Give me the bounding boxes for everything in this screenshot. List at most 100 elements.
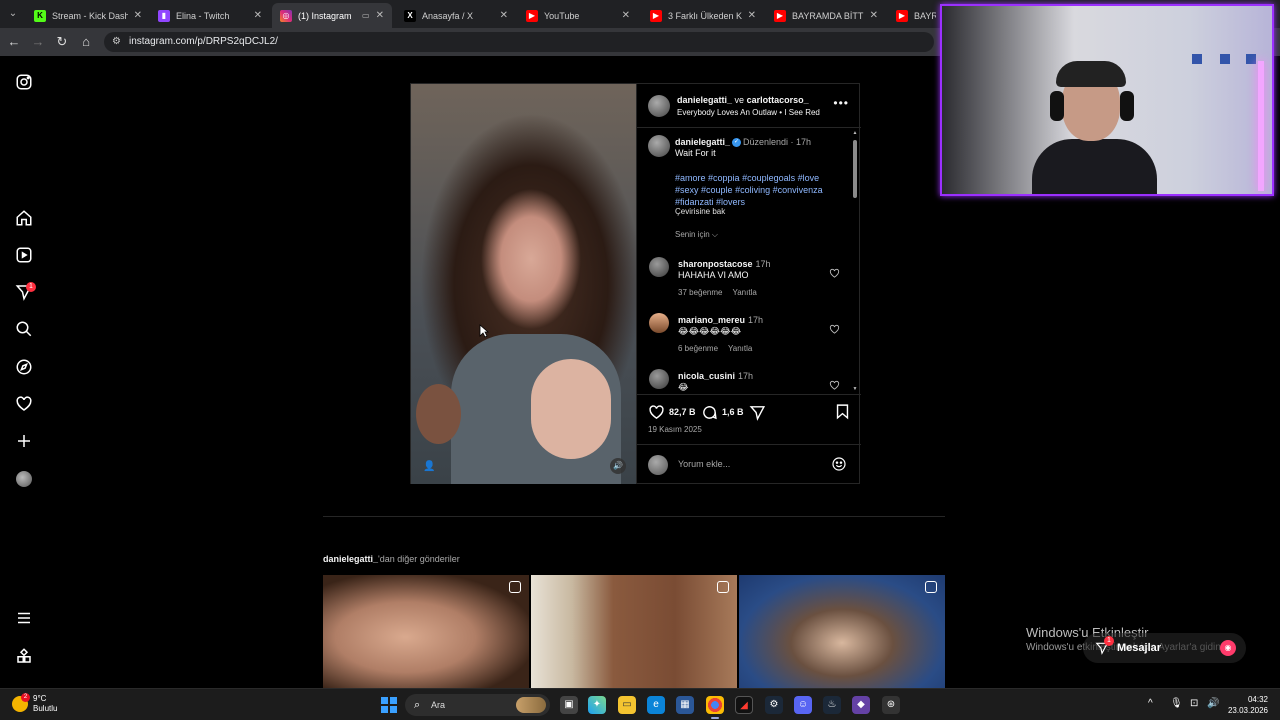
tab-twitch[interactable]: ▮ Elina - Twitch ✕ <box>150 3 270 28</box>
recording-app-icon[interactable]: ◢ <box>735 696 753 714</box>
more-post-thumbnail[interactable] <box>531 575 737 688</box>
close-icon[interactable]: ✕ <box>500 10 508 21</box>
like-comment-icon[interactable] <box>829 380 840 391</box>
commenter-username-text[interactable]: nicola_cusini <box>678 371 735 381</box>
commenter-username-text[interactable]: sharonpostacose <box>678 259 753 269</box>
file-explorer-icon[interactable]: ▭ <box>618 696 636 714</box>
copilot-icon[interactable]: ✦ <box>588 696 606 714</box>
messages-button[interactable]: 1 Mesajlar ◉ <box>1083 633 1246 663</box>
obs-icon[interactable]: ◆ <box>852 696 870 714</box>
audio-track-link[interactable]: Everybody Loves An Outlaw • I See Red <box>677 108 820 117</box>
share-button[interactable] <box>749 403 770 421</box>
commenter-username-text[interactable]: mariano_mereu <box>678 315 745 325</box>
microphone-icon[interactable]: 🎙 <box>1170 698 1183 709</box>
also-from-meta-icon[interactable] <box>14 646 34 666</box>
comment-button[interactable]: 1,6 B <box>701 403 744 421</box>
chrome-icon[interactable] <box>706 696 724 719</box>
hashtag[interactable]: #amore <box>675 173 706 183</box>
instagram-logo-icon[interactable] <box>14 72 34 92</box>
hashtag[interactable]: #coppia <box>708 173 740 183</box>
reply-button[interactable]: Yanıtla <box>728 344 752 353</box>
steam-icon[interactable]: ♨ <box>823 696 841 714</box>
hashtag[interactable]: #couplegoals <box>742 173 795 183</box>
discord-icon[interactable]: ☺ <box>794 696 812 714</box>
emoji-icon[interactable] <box>831 456 847 472</box>
comment-input[interactable]: Yorum ekle... <box>678 459 730 469</box>
tab-x[interactable]: X Anasayfa / X ✕ <box>396 3 516 28</box>
hashtag[interactable]: #love <box>798 173 820 183</box>
search-icon[interactable] <box>14 319 34 339</box>
more-posts-user[interactable]: danielegatti_ <box>323 554 378 564</box>
system-clock[interactable]: 04:32 23.03.2026 <box>1228 694 1268 716</box>
site-info-icon[interactable]: ⚙ <box>112 36 121 47</box>
comment-likes[interactable]: 37 beğenme <box>678 288 722 297</box>
hashtag[interactable]: #fidanzati <box>675 197 714 207</box>
bookmark-icon[interactable] <box>834 403 851 420</box>
post-date[interactable]: 19 Kasım 2025 <box>648 425 702 434</box>
home-icon[interactable] <box>14 208 34 228</box>
scroll-down-icon[interactable]: ▼ <box>852 386 858 392</box>
like-button[interactable]: 82,7 B <box>648 403 696 421</box>
caption-username[interactable]: danielegatti_ ✓ <box>675 137 742 148</box>
commenter-avatar[interactable] <box>649 257 669 277</box>
reels-icon[interactable] <box>14 245 34 265</box>
settings-app-icon[interactable]: ⚙ <box>765 696 783 714</box>
scroll-up-icon[interactable]: ▲ <box>852 130 858 136</box>
media-icon[interactable]: ▭ <box>362 11 370 20</box>
close-icon[interactable]: ✕ <box>622 10 630 21</box>
hashtag[interactable]: #couple <box>701 185 733 195</box>
show-hidden-icons[interactable]: ^ <box>1148 698 1153 709</box>
scrollbar-thumb[interactable] <box>853 140 857 198</box>
network-icon[interactable]: ⊡ <box>1190 698 1198 709</box>
more-options-icon[interactable]: ••• <box>833 96 849 110</box>
volume-icon[interactable]: 🔊 <box>1207 698 1219 709</box>
for-you-toggle[interactable]: Senin için ⌵ <box>675 230 718 240</box>
like-comment-icon[interactable] <box>829 324 840 335</box>
like-comment-icon[interactable] <box>829 268 840 279</box>
forward-icon[interactable]: → <box>30 34 46 50</box>
back-icon[interactable]: ← <box>6 34 22 50</box>
commenter-avatar[interactable] <box>649 313 669 333</box>
hashtag[interactable]: #coliving <box>735 185 770 195</box>
task-view-icon[interactable]: ▣ <box>560 696 578 714</box>
tab-youtube-video-3[interactable]: ▶ BAYRAMDA <box>888 3 944 28</box>
hashtag[interactable]: #sexy <box>675 185 699 195</box>
store-icon[interactable]: ▦ <box>676 696 694 714</box>
address-bar[interactable]: ⚙ instagram.com/p/DRPS2qDCJL2/ <box>104 32 934 52</box>
author-link[interactable]: danielegatti_ <box>677 95 732 105</box>
edge-icon[interactable]: e <box>647 696 665 714</box>
hashtag[interactable]: #convivenza <box>773 185 823 195</box>
see-translation-link[interactable]: Çevirisine bak <box>675 207 725 216</box>
close-icon[interactable]: ✕ <box>254 10 262 21</box>
reply-button[interactable]: Yanıtla <box>732 288 756 297</box>
heart-icon[interactable] <box>14 394 34 414</box>
close-icon[interactable]: ✕ <box>134 10 142 21</box>
commenter-username[interactable]: sharonpostacose 17h <box>678 259 771 269</box>
tab-youtube[interactable]: ▶ YouTube ✕ <box>518 3 638 28</box>
reload-icon[interactable]: ↻ <box>54 34 70 50</box>
close-icon[interactable]: ✕ <box>748 10 756 21</box>
commenter-username[interactable]: nicola_cusini 17h <box>678 371 753 381</box>
start-button[interactable] <box>381 697 397 713</box>
create-icon[interactable] <box>14 431 34 451</box>
commenter-avatar[interactable] <box>649 369 669 389</box>
author-avatar[interactable] <box>648 95 670 117</box>
weather-widget[interactable]: 2 9°C Bulutlu <box>12 693 57 714</box>
close-icon[interactable]: ✕ <box>376 10 384 21</box>
comments-scrollbar[interactable]: ▲ ▼ <box>852 130 858 392</box>
tagged-user-icon[interactable]: 👤 <box>423 461 435 473</box>
commenter-username[interactable]: mariano_mereu 17h <box>678 315 763 325</box>
coauthor-link[interactable]: carlottacorso_ <box>747 95 809 105</box>
tab-youtube-video-1[interactable]: ▶ 3 Farklı Ülkeden Kızla ✕ <box>642 3 764 28</box>
caption-username-text[interactable]: danielegatti_ <box>675 137 730 147</box>
profile-avatar[interactable] <box>16 471 32 487</box>
tab-search-button[interactable]: ⌄ <box>4 5 22 23</box>
tab-youtube-video-2[interactable]: ▶ BAYRAMDA BİTTİ Kar ✕ <box>766 3 886 28</box>
taskbar-search[interactable]: ⌕ Ara <box>405 694 550 716</box>
comment-likes[interactable]: 6 beğenme <box>678 344 718 353</box>
caption-avatar[interactable] <box>648 135 670 157</box>
explore-icon[interactable] <box>14 357 34 377</box>
app-icon[interactable]: ⊛ <box>882 696 900 714</box>
more-post-thumbnail[interactable] <box>739 575 945 688</box>
home-icon[interactable]: ⌂ <box>78 34 94 50</box>
